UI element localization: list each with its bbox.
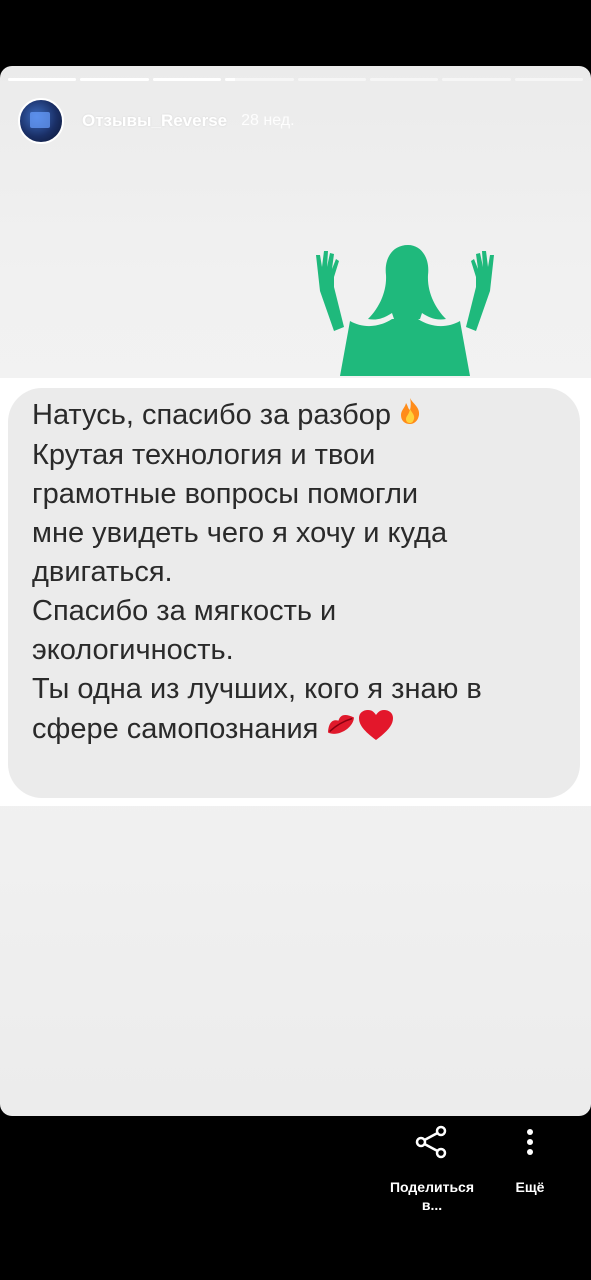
- kiss-lips-icon: [324, 710, 358, 751]
- red-heart-icon: [358, 709, 394, 752]
- woman-silhouette-image: [316, 245, 494, 376]
- story-header: Отзывы_Reverse 28 нед.: [18, 98, 295, 144]
- message-line: грамотные вопросы помогли: [32, 477, 419, 510]
- share-button[interactable]: Поделиться в...: [376, 1116, 488, 1214]
- fire-icon: [397, 397, 423, 436]
- progress-segment: [80, 78, 149, 81]
- share-label: Поделиться в...: [389, 1179, 475, 1213]
- progress-segment: [297, 78, 366, 81]
- message-line: Спасибо за мягкость и: [32, 594, 337, 627]
- story-progress-bar: [8, 78, 583, 82]
- message-text: Натусь, спасибо за разбор Крутая техноло…: [32, 396, 562, 752]
- progress-segment: [225, 78, 294, 81]
- progress-segment: [442, 78, 511, 81]
- message-line: сфере самопознания: [32, 713, 319, 745]
- message-line: мне увидеть чего я хочу и куда: [32, 516, 448, 549]
- message-line: Натусь, спасибо за разбор: [32, 399, 392, 431]
- message-line: Ты одна из лучших, кого я знаю в: [32, 672, 482, 705]
- message-bubble: Натусь, спасибо за разбор Крутая техноло…: [8, 388, 580, 798]
- message-line: двигаться.: [32, 555, 173, 588]
- story-viewer[interactable]: Отзывы_Reverse 28 нед. Натусь, спасибо з…: [0, 66, 591, 1116]
- progress-segment: [8, 78, 77, 81]
- share-icon: [376, 1120, 488, 1164]
- more-label: Ещё: [515, 1179, 545, 1195]
- more-button[interactable]: Ещё: [500, 1116, 560, 1196]
- progress-segment: [514, 78, 583, 81]
- story-actions-bar: Поделиться в... Ещё: [0, 1116, 591, 1280]
- message-line: Крутая технология и твои: [32, 438, 376, 471]
- username[interactable]: Отзывы_Reverse: [82, 111, 227, 131]
- avatar[interactable]: [18, 98, 64, 144]
- message-line: экологичность.: [32, 633, 234, 666]
- more-vertical-icon: [500, 1120, 560, 1164]
- progress-segment: [152, 78, 222, 81]
- post-time: 28 нед.: [241, 112, 295, 129]
- progress-segment: [369, 78, 439, 81]
